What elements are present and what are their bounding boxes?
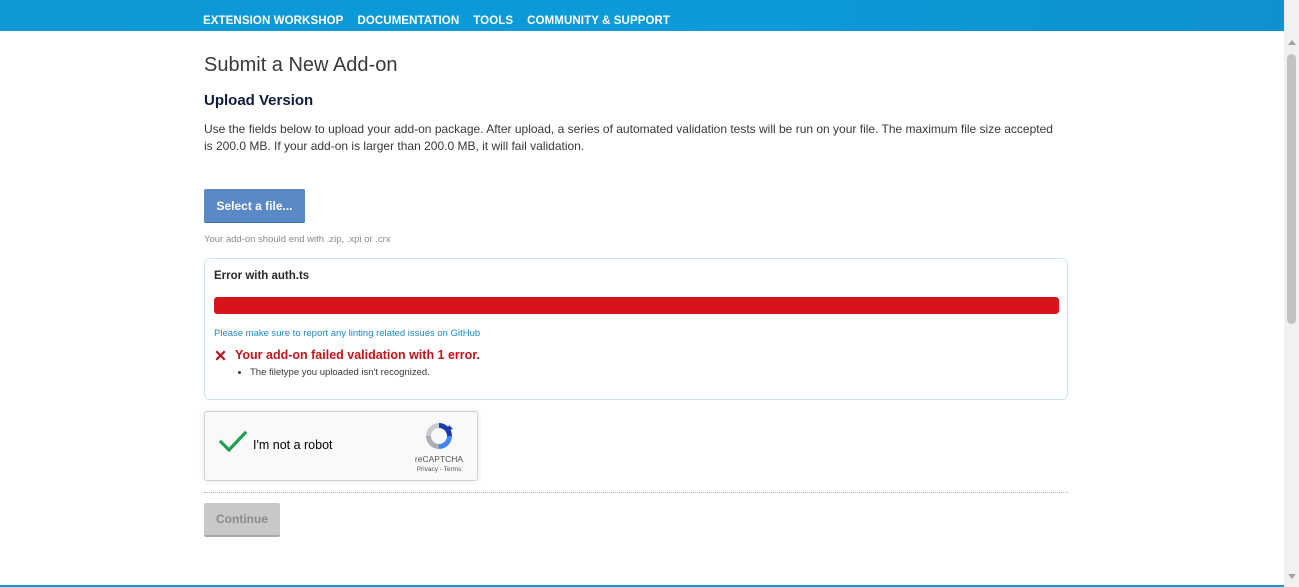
recaptcha-privacy-terms-links[interactable]: Privacy - Terms xyxy=(409,466,469,473)
scroll-down-arrow-icon[interactable] xyxy=(1288,574,1296,579)
form-divider xyxy=(204,492,1068,493)
checkmark-icon[interactable] xyxy=(219,430,247,454)
nav-tools[interactable]: TOOLS xyxy=(473,15,513,27)
nav-community-support[interactable]: COMMUNITY & SUPPORT xyxy=(527,15,670,27)
validation-error-item: The filetype you uploaded isn't recogniz… xyxy=(250,367,430,379)
upload-description: Use the fields below to upload your add-… xyxy=(204,122,1053,153)
nav-extension-workshop[interactable]: EXTENSION WORKSHOP xyxy=(203,15,343,27)
validation-error-list: The filetype you uploaded isn't recogniz… xyxy=(237,367,430,379)
upload-status-title: Error with auth.ts xyxy=(214,270,310,282)
recaptcha-brand: reCAPTCHA xyxy=(414,454,464,464)
validation-failure-message: Your add-on failed validation with 1 err… xyxy=(235,348,480,362)
nav-documentation[interactable]: DOCUMENTATION xyxy=(357,15,459,27)
upload-progress-bar xyxy=(214,297,1059,314)
x-mark-icon xyxy=(215,350,226,360)
page-title: Submit a New Add-on xyxy=(204,54,398,76)
upload-status-panel: Error with auth.ts Please make sure to r… xyxy=(204,258,1068,400)
report-linting-issues-link[interactable]: Please make sure to report any linting r… xyxy=(214,328,480,339)
scroll-thumb[interactable] xyxy=(1287,54,1296,324)
recaptcha-widget[interactable]: I'm not a robot reCAPTCHA Privacy - Term… xyxy=(204,411,478,481)
file-type-hint: Your add-on should end with .zip, .xpi o… xyxy=(204,234,391,245)
page-scrollbar[interactable] xyxy=(1284,0,1299,587)
recaptcha-label: I'm not a robot xyxy=(253,438,333,452)
select-file-button[interactable]: Select a file... xyxy=(204,189,305,222)
scroll-up-arrow-icon[interactable] xyxy=(1288,40,1296,45)
main-content: Submit a New Add-on Upload Version Use t… xyxy=(204,52,1068,535)
continue-button[interactable]: Continue xyxy=(204,503,280,535)
validation-failure-row: Your add-on failed validation with 1 err… xyxy=(214,348,480,362)
top-nav-links: EXTENSION WORKSHOP DOCUMENTATION TOOLS C… xyxy=(203,15,670,27)
recaptcha-logo-icon xyxy=(426,423,453,449)
section-title: Upload Version xyxy=(204,92,314,109)
top-navigation-bar: EXTENSION WORKSHOP DOCUMENTATION TOOLS C… xyxy=(0,0,1284,31)
upload-progress-fill xyxy=(214,297,1059,314)
